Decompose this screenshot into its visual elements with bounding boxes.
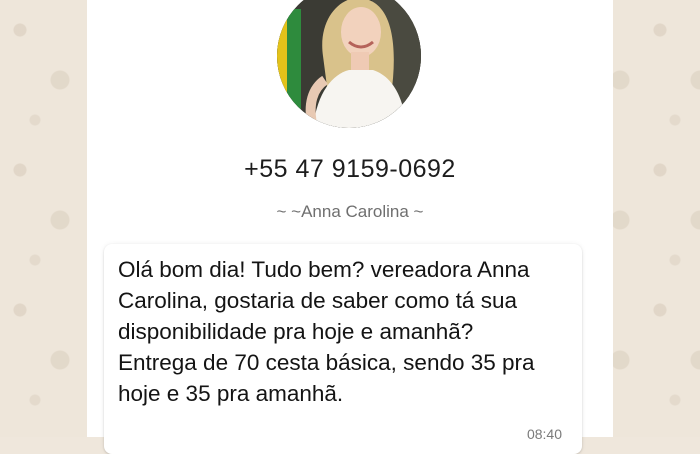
contact-display-name: ~ ~Anna Carolina ~ [276,202,424,221]
incoming-message-bubble[interactable]: Olá bom dia! Tudo bem? vereadora Anna Ca… [104,244,582,454]
contact-phone-number[interactable]: +55 47 9159-0692 [0,155,700,184]
message-text: Olá bom dia! Tudo bem? vereadora Anna Ca… [118,257,535,406]
message-timestamp: 08:40 [526,426,562,442]
